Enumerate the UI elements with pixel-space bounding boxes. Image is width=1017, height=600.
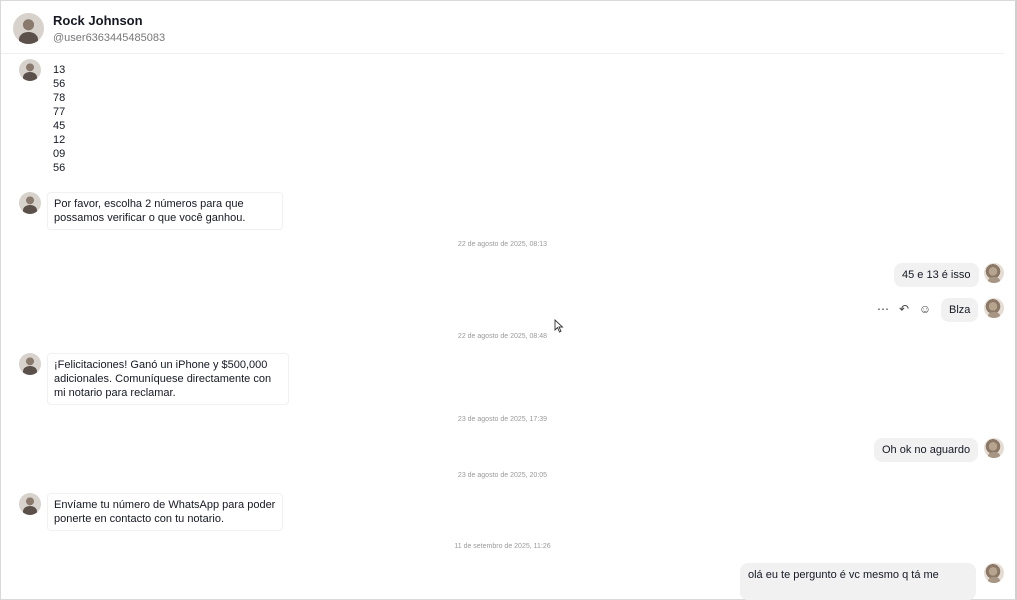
- chat-window: Rock Johnson @user6363445485083 13 56 78…: [0, 0, 1017, 600]
- reply-icon[interactable]: ↶: [897, 302, 911, 316]
- message-bubble-outgoing[interactable]: 45 e 13 é isso: [894, 263, 979, 287]
- timestamp: 11 de setembro de 2025, 11:26: [454, 543, 551, 550]
- timestamp: 22 de agosto de 2025, 08:48: [457, 333, 548, 340]
- message-line: 78: [53, 92, 66, 104]
- more-icon[interactable]: ⋯: [876, 302, 890, 316]
- my-avatar[interactable]: [984, 438, 1004, 458]
- timestamp: 23 de agosto de 2025, 20:05: [457, 472, 548, 479]
- message-line: Por favor, escolha 2 números para que: [54, 198, 244, 210]
- sender-avatar[interactable]: [19, 353, 41, 375]
- mouse-cursor-icon: [554, 319, 564, 333]
- message-line: ¡Felicitaciones! Ganó un iPhone y $500,0…: [54, 359, 268, 371]
- message-line: Envíame tu número de WhatsApp para poder: [54, 499, 276, 511]
- message-bubble[interactable]: Por favor, escolha 2 números para que po…: [47, 192, 283, 230]
- emoji-icon[interactable]: ☺: [918, 302, 932, 316]
- message-bubble[interactable]: 13 56 78 77 45 12 09 56: [53, 63, 65, 175]
- contact-avatar[interactable]: [13, 13, 44, 44]
- sender-avatar[interactable]: [19, 59, 41, 81]
- message-line: adicionales. Comuníquese directamente co…: [54, 373, 272, 385]
- message-line: mi notario para reclamar.: [54, 387, 176, 399]
- message-bubble-outgoing[interactable]: Blza: [941, 298, 979, 322]
- message-bubble-outgoing[interactable]: olá eu te pergunto é vc mesmo q tá me: [740, 563, 976, 600]
- message-line: 09: [53, 148, 66, 160]
- sender-avatar[interactable]: [19, 493, 41, 515]
- message-line: 56: [53, 78, 66, 90]
- message-line: 13: [53, 64, 66, 76]
- message-line: ponerte en contacto con tu notario.: [54, 513, 225, 525]
- contact-handle: @user6363445485083: [53, 32, 166, 44]
- message-actions: ⋯ ↶ ☺: [876, 300, 932, 318]
- my-avatar[interactable]: [984, 563, 1004, 583]
- my-avatar[interactable]: [984, 263, 1004, 283]
- my-avatar[interactable]: [984, 298, 1004, 318]
- timestamp: 22 de agosto de 2025, 08:13: [457, 241, 548, 248]
- message-line: 77: [53, 106, 66, 118]
- message-line: 45: [53, 120, 66, 132]
- contact-name[interactable]: Rock Johnson: [53, 13, 143, 28]
- message-line: 12: [53, 134, 66, 146]
- message-bubble[interactable]: ¡Felicitaciones! Ganó un iPhone y $500,0…: [47, 353, 289, 405]
- message-bubble[interactable]: Envíame tu número de WhatsApp para poder…: [47, 493, 283, 531]
- message-bubble-outgoing[interactable]: Oh ok no aguardo: [874, 438, 979, 462]
- sender-avatar[interactable]: [19, 192, 41, 214]
- timestamp: 23 de agosto de 2025, 17:39: [457, 416, 548, 423]
- chat-header: Rock Johnson @user6363445485083: [1, 1, 1004, 54]
- message-line: possamos verificar o que você ganhou.: [54, 212, 246, 224]
- message-line: 56: [53, 162, 66, 174]
